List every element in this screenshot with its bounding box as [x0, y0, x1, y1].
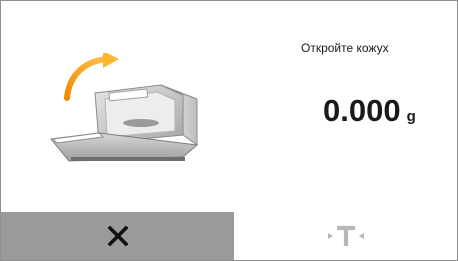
bottom-action-bar [1, 212, 457, 260]
tare-button[interactable] [234, 212, 457, 260]
screen: Откройте кожух 0.000 g [0, 0, 458, 261]
weight-reading: 0.000 g [323, 93, 416, 129]
balance-open-draft-shield-icon [50, 51, 199, 162]
weight-value: 0.000 [323, 93, 401, 128]
illustration [45, 51, 205, 165]
instruction-message: Откройте кожух [301, 41, 389, 55]
tare-icon [327, 225, 364, 246]
open-arrow-head [103, 51, 119, 68]
weight-unit: g [406, 108, 416, 125]
cancel-button[interactable] [1, 212, 234, 260]
close-icon [107, 226, 128, 246]
